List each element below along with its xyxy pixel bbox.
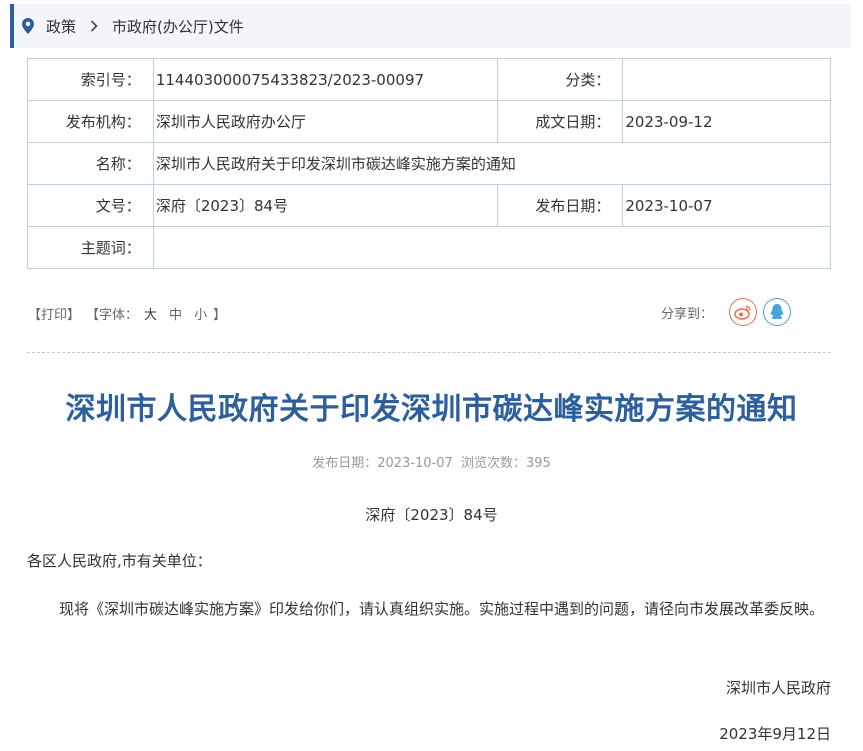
breadcrumb-item-policy[interactable]: 政策	[46, 16, 76, 37]
qq-icon[interactable]	[763, 298, 792, 326]
share-label: 分享到：	[661, 306, 714, 322]
print-button[interactable]: 【打印】	[28, 304, 80, 323]
category-value	[622, 58, 831, 101]
article-title: 深圳市人民政府关于印发深圳市碳达峰实施方案的通知	[65, 392, 798, 427]
body-paragraph: 现将《深圳市碳达峰实施方案》印发给你们，请认真组织实施。实施过程中遇到的问题，请…	[59, 600, 825, 618]
breadcrumb-item-gov-docs[interactable]: 市政府(办公厅)文件	[112, 16, 244, 37]
signature-date: 2023年9月12日	[719, 725, 831, 743]
document-info-table: 索引号： 11440300007543382З/2023-00097 分类： 发…	[27, 58, 832, 269]
keywords-value	[152, 226, 832, 269]
signature-organization: 深圳市人民政府	[725, 679, 831, 697]
divider	[27, 352, 831, 353]
document-number: 深府〔2023〕84号	[365, 506, 498, 524]
breadcrumb: 政策 市政府(办公厅)文件	[10, 4, 851, 48]
published-date-value: 2023-10-07	[622, 184, 831, 227]
publish-date: 发布日期：2023-10-07	[312, 456, 453, 471]
font-size-prefix: 【字体：	[86, 308, 139, 323]
docno-value: 深府〔2023〕84号	[152, 184, 498, 227]
font-size-suffix: 】	[213, 308, 227, 323]
weibo-icon[interactable]	[729, 298, 758, 326]
article-tools: 【打印】 【字体： 大 中 小 】	[28, 304, 226, 323]
published-date-label: 发布日期：	[496, 184, 624, 227]
article-meta: 发布日期：2023-10-07 浏览次数：395	[0, 452, 863, 471]
keywords-label: 主题词：	[27, 226, 154, 269]
addressee: 各区人民政府,市有关单位：	[27, 552, 212, 570]
share-bar: 分享到：	[661, 298, 792, 326]
created-date-value: 2023-09-12	[622, 100, 831, 143]
index-label: 索引号：	[27, 58, 154, 101]
chevron-right-icon	[90, 20, 98, 32]
category-label: 分类：	[496, 58, 624, 101]
font-size-small-button[interactable]: 小	[194, 304, 207, 323]
view-count: 浏览次数：395	[460, 456, 551, 471]
publisher-label: 发布机构：	[27, 100, 154, 143]
name-value: 深圳市人民政府关于印发深圳市碳达峰实施方案的通知	[152, 142, 832, 185]
docno-label: 文号：	[27, 184, 154, 227]
created-date-label: 成文日期：	[496, 100, 624, 143]
font-size-medium-button[interactable]: 中	[169, 304, 182, 323]
location-pin-icon	[22, 18, 34, 34]
index-value: 11440300007543382З/2023-00097	[152, 58, 498, 101]
font-size-large-button[interactable]: 大	[144, 304, 157, 323]
name-label: 名称：	[27, 142, 154, 185]
publisher-value: 深圳市人民政府办公厅	[152, 100, 498, 143]
